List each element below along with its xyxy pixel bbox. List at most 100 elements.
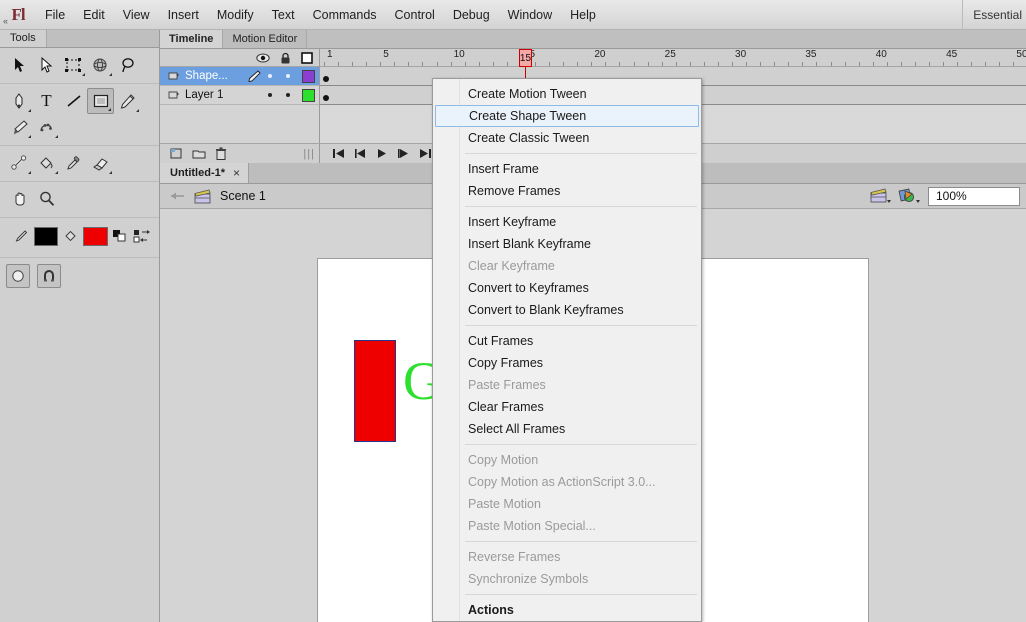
red-rectangle-shape[interactable]	[354, 340, 396, 442]
menu-file[interactable]: File	[36, 0, 74, 30]
go-to-last-frame-button[interactable]	[419, 148, 432, 159]
menu-modify[interactable]: Modify	[208, 0, 263, 30]
subselection-tool[interactable]	[33, 52, 60, 78]
lasso-tool[interactable]	[114, 52, 141, 78]
brush-tool[interactable]	[6, 114, 33, 140]
context-menu-item-insert-blank-keyframe[interactable]: Insert Blank Keyframe	[433, 233, 701, 255]
tab-timeline[interactable]: Timeline	[160, 30, 224, 48]
ruler-tick-mark	[732, 62, 734, 66]
ruler-tick-mark	[464, 62, 466, 66]
context-menu-item-convert-to-blank-keyframes[interactable]: Convert to Blank Keyframes	[433, 299, 701, 321]
3d-rotation-tool[interactable]	[87, 52, 114, 78]
menu-insert[interactable]: Insert	[159, 0, 208, 30]
zoom-level-input[interactable]: 100%	[928, 186, 1020, 206]
line-tool[interactable]	[60, 88, 87, 114]
layer-type-icon	[168, 90, 180, 101]
smooth-option-button[interactable]	[6, 264, 30, 288]
eraser-tool[interactable]	[87, 150, 114, 176]
scene-label[interactable]: Scene 1	[220, 189, 266, 203]
play-button[interactable]	[376, 148, 388, 159]
context-menu-item-create-motion-tween[interactable]: Create Motion Tween	[433, 83, 701, 105]
layer-name[interactable]: Shape...	[185, 70, 243, 82]
menu-text[interactable]: Text	[263, 0, 304, 30]
menu-window[interactable]: Window	[499, 0, 561, 30]
menu-commands[interactable]: Commands	[304, 0, 386, 30]
go-to-first-frame-button[interactable]	[332, 148, 345, 159]
playhead[interactable]: 15	[518, 49, 532, 67]
text-tool[interactable]: T	[33, 88, 60, 114]
zoom-tool[interactable]	[33, 186, 60, 212]
pen-tool[interactable]	[6, 88, 33, 114]
step-forward-one-frame-button[interactable]	[397, 148, 410, 159]
layer-name[interactable]: Layer 1	[185, 89, 263, 101]
context-menu-item-actions[interactable]: Actions	[433, 599, 701, 621]
ruler-tick-label: 1	[327, 49, 333, 60]
scene-icon	[194, 189, 212, 204]
pencil-tool[interactable]	[114, 88, 141, 114]
rectangle-tool[interactable]	[87, 88, 114, 114]
swap-colors-icon[interactable]	[132, 226, 151, 246]
ruler-tick-mark	[563, 62, 565, 66]
paint-bucket-tool[interactable]	[33, 150, 60, 176]
back-arrow-icon[interactable]	[170, 190, 186, 202]
layer-rows: Shape... Layer 1	[160, 67, 319, 105]
deco-tool[interactable]	[33, 114, 60, 140]
menu-view[interactable]: View	[114, 0, 159, 30]
context-menu-item-create-shape-tween[interactable]: Create Shape Tween	[435, 105, 699, 127]
fill-color-swatch[interactable]	[83, 226, 108, 246]
ruler-tick-mark	[914, 62, 916, 66]
ruler-tick-mark	[591, 62, 593, 66]
collapse-panel-icon[interactable]: «	[3, 16, 8, 26]
step-back-one-frame-button[interactable]	[354, 148, 367, 159]
bone-tool[interactable]	[6, 150, 33, 176]
edit-scene-icon[interactable]	[870, 187, 892, 205]
black-and-white-icon[interactable]	[111, 226, 130, 246]
menu-help[interactable]: Help	[561, 0, 605, 30]
context-menu-item-select-all-frames[interactable]: Select All Frames	[433, 418, 701, 440]
workspace-switcher[interactable]: Essential	[962, 0, 1026, 30]
layer-row[interactable]: Layer 1	[160, 86, 319, 105]
document-tab[interactable]: Untitled-1* ×	[160, 163, 250, 183]
layer-outline-color[interactable]	[302, 88, 315, 102]
context-menu-item-convert-to-keyframes[interactable]: Convert to Keyframes	[433, 277, 701, 299]
free-transform-tool[interactable]	[60, 52, 87, 78]
layer-visibility-toggle[interactable]	[268, 93, 272, 97]
hand-tool[interactable]	[6, 186, 33, 212]
menu-debug[interactable]: Debug	[444, 0, 499, 30]
ruler-tick-mark	[943, 62, 945, 66]
context-menu-item-copy-frames[interactable]: Copy Frames	[433, 352, 701, 374]
context-menu-item-clear-frames[interactable]: Clear Frames	[433, 396, 701, 418]
ruler-tick-mark	[577, 62, 579, 66]
keyframe-marker[interactable]	[323, 95, 329, 101]
stroke-color-swatch[interactable]	[33, 226, 59, 246]
context-menu-item-create-classic-tween[interactable]: Create Classic Tween	[433, 127, 701, 149]
close-icon[interactable]: ×	[233, 166, 240, 180]
keyframe-marker[interactable]	[323, 76, 329, 82]
context-menu-item-remove-frames[interactable]: Remove Frames	[433, 180, 701, 202]
lock-icon[interactable]	[280, 52, 291, 64]
layer-column-headers	[160, 49, 319, 67]
snap-to-objects-button[interactable]	[37, 264, 61, 288]
outline-icon[interactable]	[301, 51, 313, 64]
new-layer-icon[interactable]	[170, 147, 184, 160]
panel-resize-grip[interactable]: |||	[303, 148, 319, 160]
context-menu-item-insert-frame[interactable]: Insert Frame	[433, 158, 701, 180]
layer-lock-toggle[interactable]	[286, 93, 290, 97]
eyedropper-tool[interactable]	[60, 150, 87, 176]
menu-edit[interactable]: Edit	[74, 0, 114, 30]
eye-icon[interactable]	[256, 53, 270, 63]
tools-tab[interactable]: Tools	[0, 30, 47, 47]
selection-tool[interactable]	[6, 52, 33, 78]
new-folder-icon[interactable]	[192, 148, 207, 160]
tab-motion-editor[interactable]: Motion Editor	[223, 30, 308, 48]
context-menu-item-insert-keyframe[interactable]: Insert Keyframe	[433, 211, 701, 233]
edit-symbols-icon[interactable]	[898, 187, 922, 205]
layer-row[interactable]: Shape...	[160, 67, 319, 86]
timeline-ruler[interactable]: 1510152025303540455055606570758085	[320, 49, 1026, 67]
context-menu-item-cut-frames[interactable]: Cut Frames	[433, 330, 701, 352]
layer-outline-color[interactable]	[302, 69, 315, 83]
layer-lock-toggle[interactable]	[286, 74, 290, 78]
delete-layer-icon[interactable]	[215, 146, 227, 161]
menu-control[interactable]: Control	[386, 0, 444, 30]
layer-visibility-toggle[interactable]	[268, 74, 272, 78]
